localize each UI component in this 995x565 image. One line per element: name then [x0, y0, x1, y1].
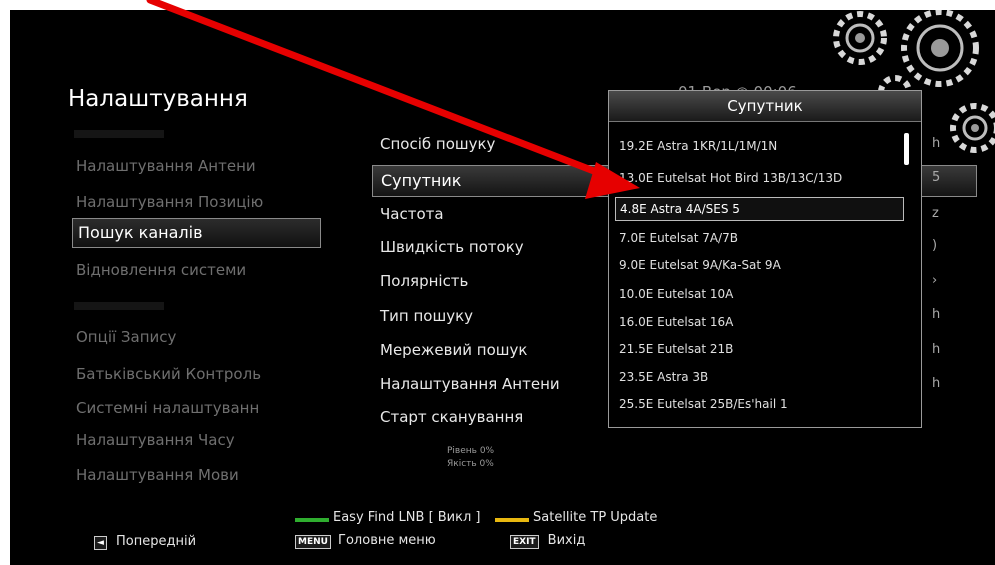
- exit-key-icon: EXIT: [510, 535, 539, 549]
- yellow-key-label[interactable]: Satellite TP Update: [533, 510, 657, 525]
- option-value: ›: [932, 273, 938, 288]
- popup-title: Супутник: [609, 91, 921, 122]
- option-value: z: [932, 206, 939, 221]
- back-button[interactable]: ◄ Попередній: [94, 530, 196, 550]
- option-value: h: [932, 136, 941, 151]
- satellite-item[interactable]: 16.0E Eutelsat 16A: [619, 315, 733, 329]
- exit-label: Вихід: [547, 533, 586, 548]
- satellite-item[interactable]: 13.0E Eutelsat Hot Bird 13B/13C/13D: [619, 171, 842, 185]
- option-value: 5: [932, 170, 941, 185]
- sidebar-item-channel-search[interactable]: Пошук каналів: [72, 218, 321, 248]
- option-value: h: [932, 342, 941, 357]
- sidebar-item-record-options[interactable]: Опції Запису: [76, 328, 176, 346]
- green-key-label[interactable]: Easy Find LNB [ Викл ]: [333, 510, 481, 525]
- option-antenna-setup[interactable]: Налаштування Антени: [380, 375, 560, 393]
- sidebar-item-language-settings[interactable]: Налаштування Мови: [76, 466, 239, 484]
- menu-label: Головне меню: [338, 533, 436, 548]
- option-search-type[interactable]: Тип пошуку: [380, 307, 473, 325]
- left-arrow-icon: ◄: [94, 536, 107, 550]
- green-key-icon: [295, 518, 329, 522]
- option-value: ): [932, 238, 938, 253]
- satellite-item[interactable]: 21.5E Eutelsat 21B: [619, 342, 733, 356]
- sidebar-item-system-settings[interactable]: Системні налаштуванн: [76, 399, 259, 417]
- satellite-popup: Супутник 19.2E Astra 1KR/1L/1M/1N 13.0E …: [608, 90, 922, 428]
- satellite-item[interactable]: 19.2E Astra 1KR/1L/1M/1N: [619, 139, 777, 153]
- back-label: Попередній: [116, 534, 197, 549]
- sidebar-item-antenna-setup[interactable]: Налаштування Антени: [76, 157, 256, 175]
- sidebar-section-header: [74, 130, 164, 138]
- menu-key-icon: MENU: [295, 535, 331, 549]
- signal-quality: Якість 0%: [447, 459, 494, 469]
- tv-menu-screen: Налаштування 01 Вер ◉ 00:06 Налаштування…: [10, 10, 995, 565]
- sidebar-item-parental-control[interactable]: Батьківський Контроль: [76, 365, 261, 383]
- satellite-item[interactable]: 7.0E Eutelsat 7A/7B: [619, 231, 738, 245]
- sidebar-section-header: [74, 302, 164, 310]
- yellow-key-icon: [495, 518, 529, 522]
- page-title: Налаштування: [68, 86, 248, 112]
- option-polarity[interactable]: Полярність: [380, 272, 468, 290]
- popup-scrollbar[interactable]: [904, 133, 909, 165]
- option-symbol-rate[interactable]: Швидкість потоку: [380, 238, 524, 256]
- signal-level: Рівень 0%: [447, 446, 495, 456]
- sidebar-item-system-restore[interactable]: Відновлення системи: [76, 261, 246, 279]
- option-value: h: [932, 376, 941, 391]
- option-network-search[interactable]: Мережевий пошук: [380, 341, 527, 359]
- sidebar-item-positioner[interactable]: Налаштування Позицію: [76, 193, 263, 211]
- satellite-item[interactable]: 9.0E Eutelsat 9A/Ka-Sat 9A: [619, 258, 781, 272]
- option-frequency[interactable]: Частота: [380, 205, 444, 223]
- satellite-item[interactable]: 23.5E Astra 3B: [619, 370, 708, 384]
- satellite-item[interactable]: 10.0E Eutelsat 10A: [619, 287, 733, 301]
- sidebar-item-time-settings[interactable]: Налаштування Часу: [76, 431, 235, 449]
- satellite-item[interactable]: 25.5E Eutelsat 25B/Es'hail 1: [619, 397, 788, 411]
- option-search-mode[interactable]: Спосіб пошуку: [380, 135, 495, 153]
- satellite-item-selected[interactable]: 4.8E Astra 4A/SES 5: [615, 197, 904, 221]
- option-value: h: [932, 307, 941, 322]
- option-start-scan[interactable]: Старт сканування: [380, 408, 523, 426]
- menu-button[interactable]: MENU Головне меню: [295, 529, 436, 549]
- exit-button[interactable]: EXIT Вихід: [510, 529, 585, 549]
